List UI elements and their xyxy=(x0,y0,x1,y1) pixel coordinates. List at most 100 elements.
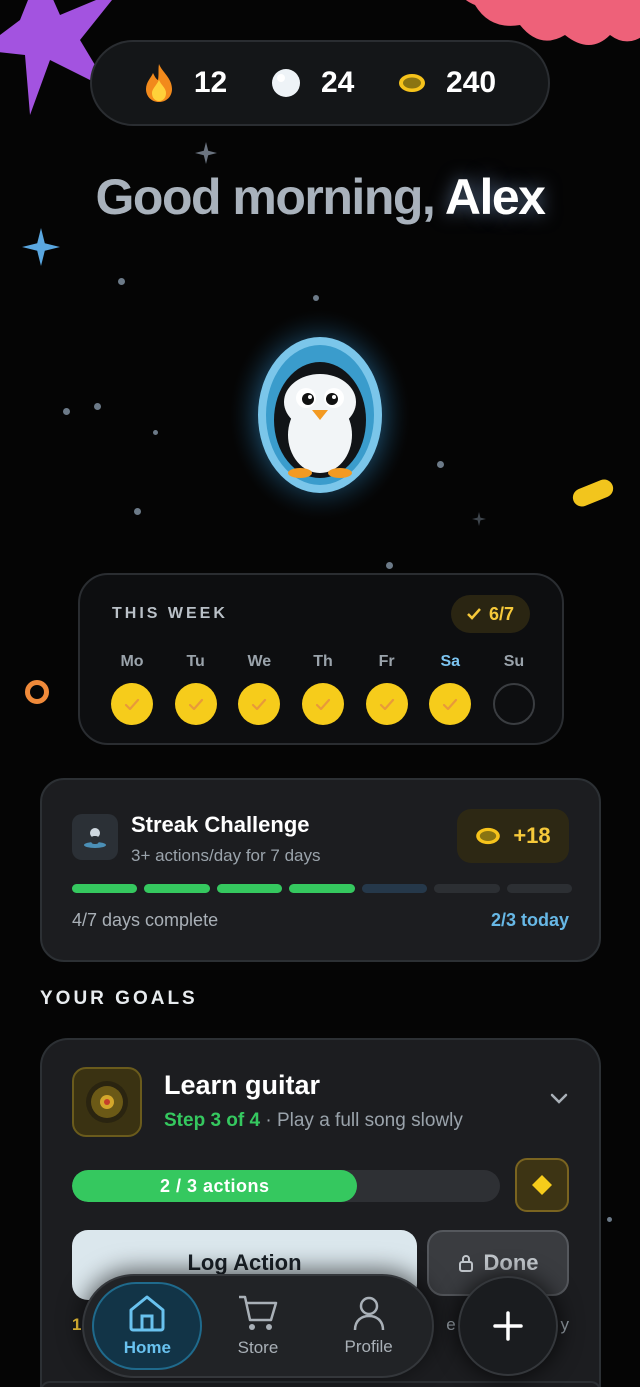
challenge-title: Streak Challenge xyxy=(131,812,310,837)
progress-segment xyxy=(506,884,572,893)
nav-home-label: Home xyxy=(123,1338,171,1357)
add-goal-button[interactable] xyxy=(458,1276,558,1376)
dot-decoration xyxy=(153,430,158,435)
greeting-heading: Good morning, Alex xyxy=(0,168,640,226)
day-check-icon xyxy=(238,683,281,725)
profile-icon xyxy=(353,1296,384,1331)
sparkle-icon xyxy=(195,142,217,164)
day-fr: Fr xyxy=(365,653,409,725)
goal-footer-right-a: e xyxy=(446,1315,456,1334)
done-label: Done xyxy=(483,1250,539,1275)
goals-section-title: YOUR GOALS xyxy=(40,988,198,1009)
dot-decoration xyxy=(607,1217,612,1222)
day-label: Mo xyxy=(120,653,144,670)
coin-icon xyxy=(399,74,426,92)
snowball-icon xyxy=(271,69,300,97)
lock-icon xyxy=(458,1255,473,1272)
progress-segment xyxy=(72,884,138,893)
penguin-icon xyxy=(230,310,410,520)
day-sa: Sa xyxy=(428,653,472,725)
day-check-icon xyxy=(365,683,408,725)
coin-count: 240 xyxy=(446,66,497,99)
progress-segment xyxy=(361,884,428,893)
day-label: Tu xyxy=(186,653,205,670)
yellow-stick-decoration xyxy=(570,476,616,510)
user-name: Alex xyxy=(444,169,546,225)
nav-home[interactable]: Home xyxy=(92,1282,203,1370)
goal-progress-fill: 2 / 3 actions xyxy=(72,1170,358,1202)
progress-segment xyxy=(216,884,283,893)
sparkle-icon xyxy=(472,512,486,526)
challenge-subtitle: 3+ actions/day for 7 days xyxy=(131,846,321,865)
goal-step: Step 3 of 4 · Play a full song slowly xyxy=(164,1110,463,1132)
week-days: Mo Tu We Th Fr Sa Su xyxy=(110,653,536,725)
orange-ring-decoration xyxy=(25,680,49,704)
day-check-icon xyxy=(301,683,344,725)
penguin-mascot[interactable] xyxy=(230,310,410,520)
bottom-nav: Home Store Profile xyxy=(82,1274,434,1378)
challenge-progress-bar xyxy=(72,884,572,893)
check-icon xyxy=(467,608,481,620)
dot-decoration xyxy=(63,408,70,415)
dot-decoration xyxy=(313,295,319,301)
goal-footer-left: 1 xyxy=(72,1315,82,1334)
day-label: Sa xyxy=(440,653,461,670)
goal-step-number: Step 3 of 4 xyxy=(164,1110,261,1131)
day-check-icon xyxy=(111,683,153,725)
plus-icon xyxy=(493,1311,523,1341)
streak-stat[interactable]: 12 xyxy=(144,64,227,102)
dot-decoration xyxy=(118,278,125,285)
streak-count: 12 xyxy=(193,66,228,99)
goal-progress-label: 2 / 3 actions xyxy=(159,1175,270,1196)
goal-step-description: · Play a full song slowly xyxy=(265,1110,463,1131)
snowball-stat[interactable]: 24 xyxy=(271,66,354,100)
boost-button[interactable] xyxy=(515,1158,569,1212)
day-empty-icon xyxy=(492,683,535,725)
dot-decoration xyxy=(134,508,141,515)
day-check-icon xyxy=(174,683,217,725)
week-title: THIS WEEK xyxy=(112,605,228,622)
nav-profile[interactable]: Profile xyxy=(314,1282,424,1370)
days-complete-text: 4/7 days complete xyxy=(72,910,219,930)
next-goal-card-peek xyxy=(40,1381,601,1387)
diamond-icon xyxy=(532,1175,552,1195)
cart-icon xyxy=(238,1295,278,1330)
day-label: Th xyxy=(313,653,333,670)
day-tu: Tu xyxy=(174,653,218,725)
snowball-count: 24 xyxy=(320,66,355,99)
day-mo: Mo xyxy=(110,653,154,725)
guitar-goal-icon xyxy=(72,1067,142,1137)
dot-decoration xyxy=(386,562,393,569)
progress-segment xyxy=(144,884,210,893)
stats-bar: 12 24 240 xyxy=(90,40,550,126)
challenge-icon xyxy=(72,814,118,860)
dot-decoration xyxy=(437,461,444,468)
home-icon xyxy=(129,1295,165,1332)
greeting-prefix: Good morning, xyxy=(95,169,436,225)
weekly-progress-card: THIS WEEK 6/7 Mo Tu We Th Fr Sa Su xyxy=(78,573,564,745)
chevron-down-icon[interactable] xyxy=(549,1092,569,1106)
nav-store[interactable]: Store xyxy=(203,1282,313,1370)
challenge-reward-badge: +18 xyxy=(457,809,569,863)
week-count-badge: 6/7 xyxy=(450,595,530,633)
goal-progress-bar: 2 / 3 actions xyxy=(72,1170,500,1202)
day-we: We xyxy=(237,653,281,725)
coin-icon xyxy=(476,827,501,845)
reward-amount: +18 xyxy=(513,823,551,848)
progress-segment xyxy=(289,884,355,893)
streak-challenge-card[interactable]: Streak Challenge 3+ actions/day for 7 da… xyxy=(40,778,601,962)
nav-store-label: Store xyxy=(237,1338,279,1357)
coin-stat[interactable]: 240 xyxy=(398,66,496,100)
today-progress-text: 2/3 today xyxy=(490,910,569,930)
day-label: Su xyxy=(503,653,525,670)
dot-decoration xyxy=(94,403,101,410)
day-su: Su xyxy=(492,653,536,725)
flame-icon xyxy=(145,64,172,102)
day-check-icon xyxy=(429,683,472,725)
sparkle-icon xyxy=(22,228,60,266)
week-count-text: 6/7 xyxy=(488,603,514,624)
nav-profile-label: Profile xyxy=(344,1337,393,1356)
goal-title: Learn guitar xyxy=(164,1070,321,1100)
goal-footer-right-b: y xyxy=(560,1315,570,1334)
day-th: Th xyxy=(301,653,345,725)
